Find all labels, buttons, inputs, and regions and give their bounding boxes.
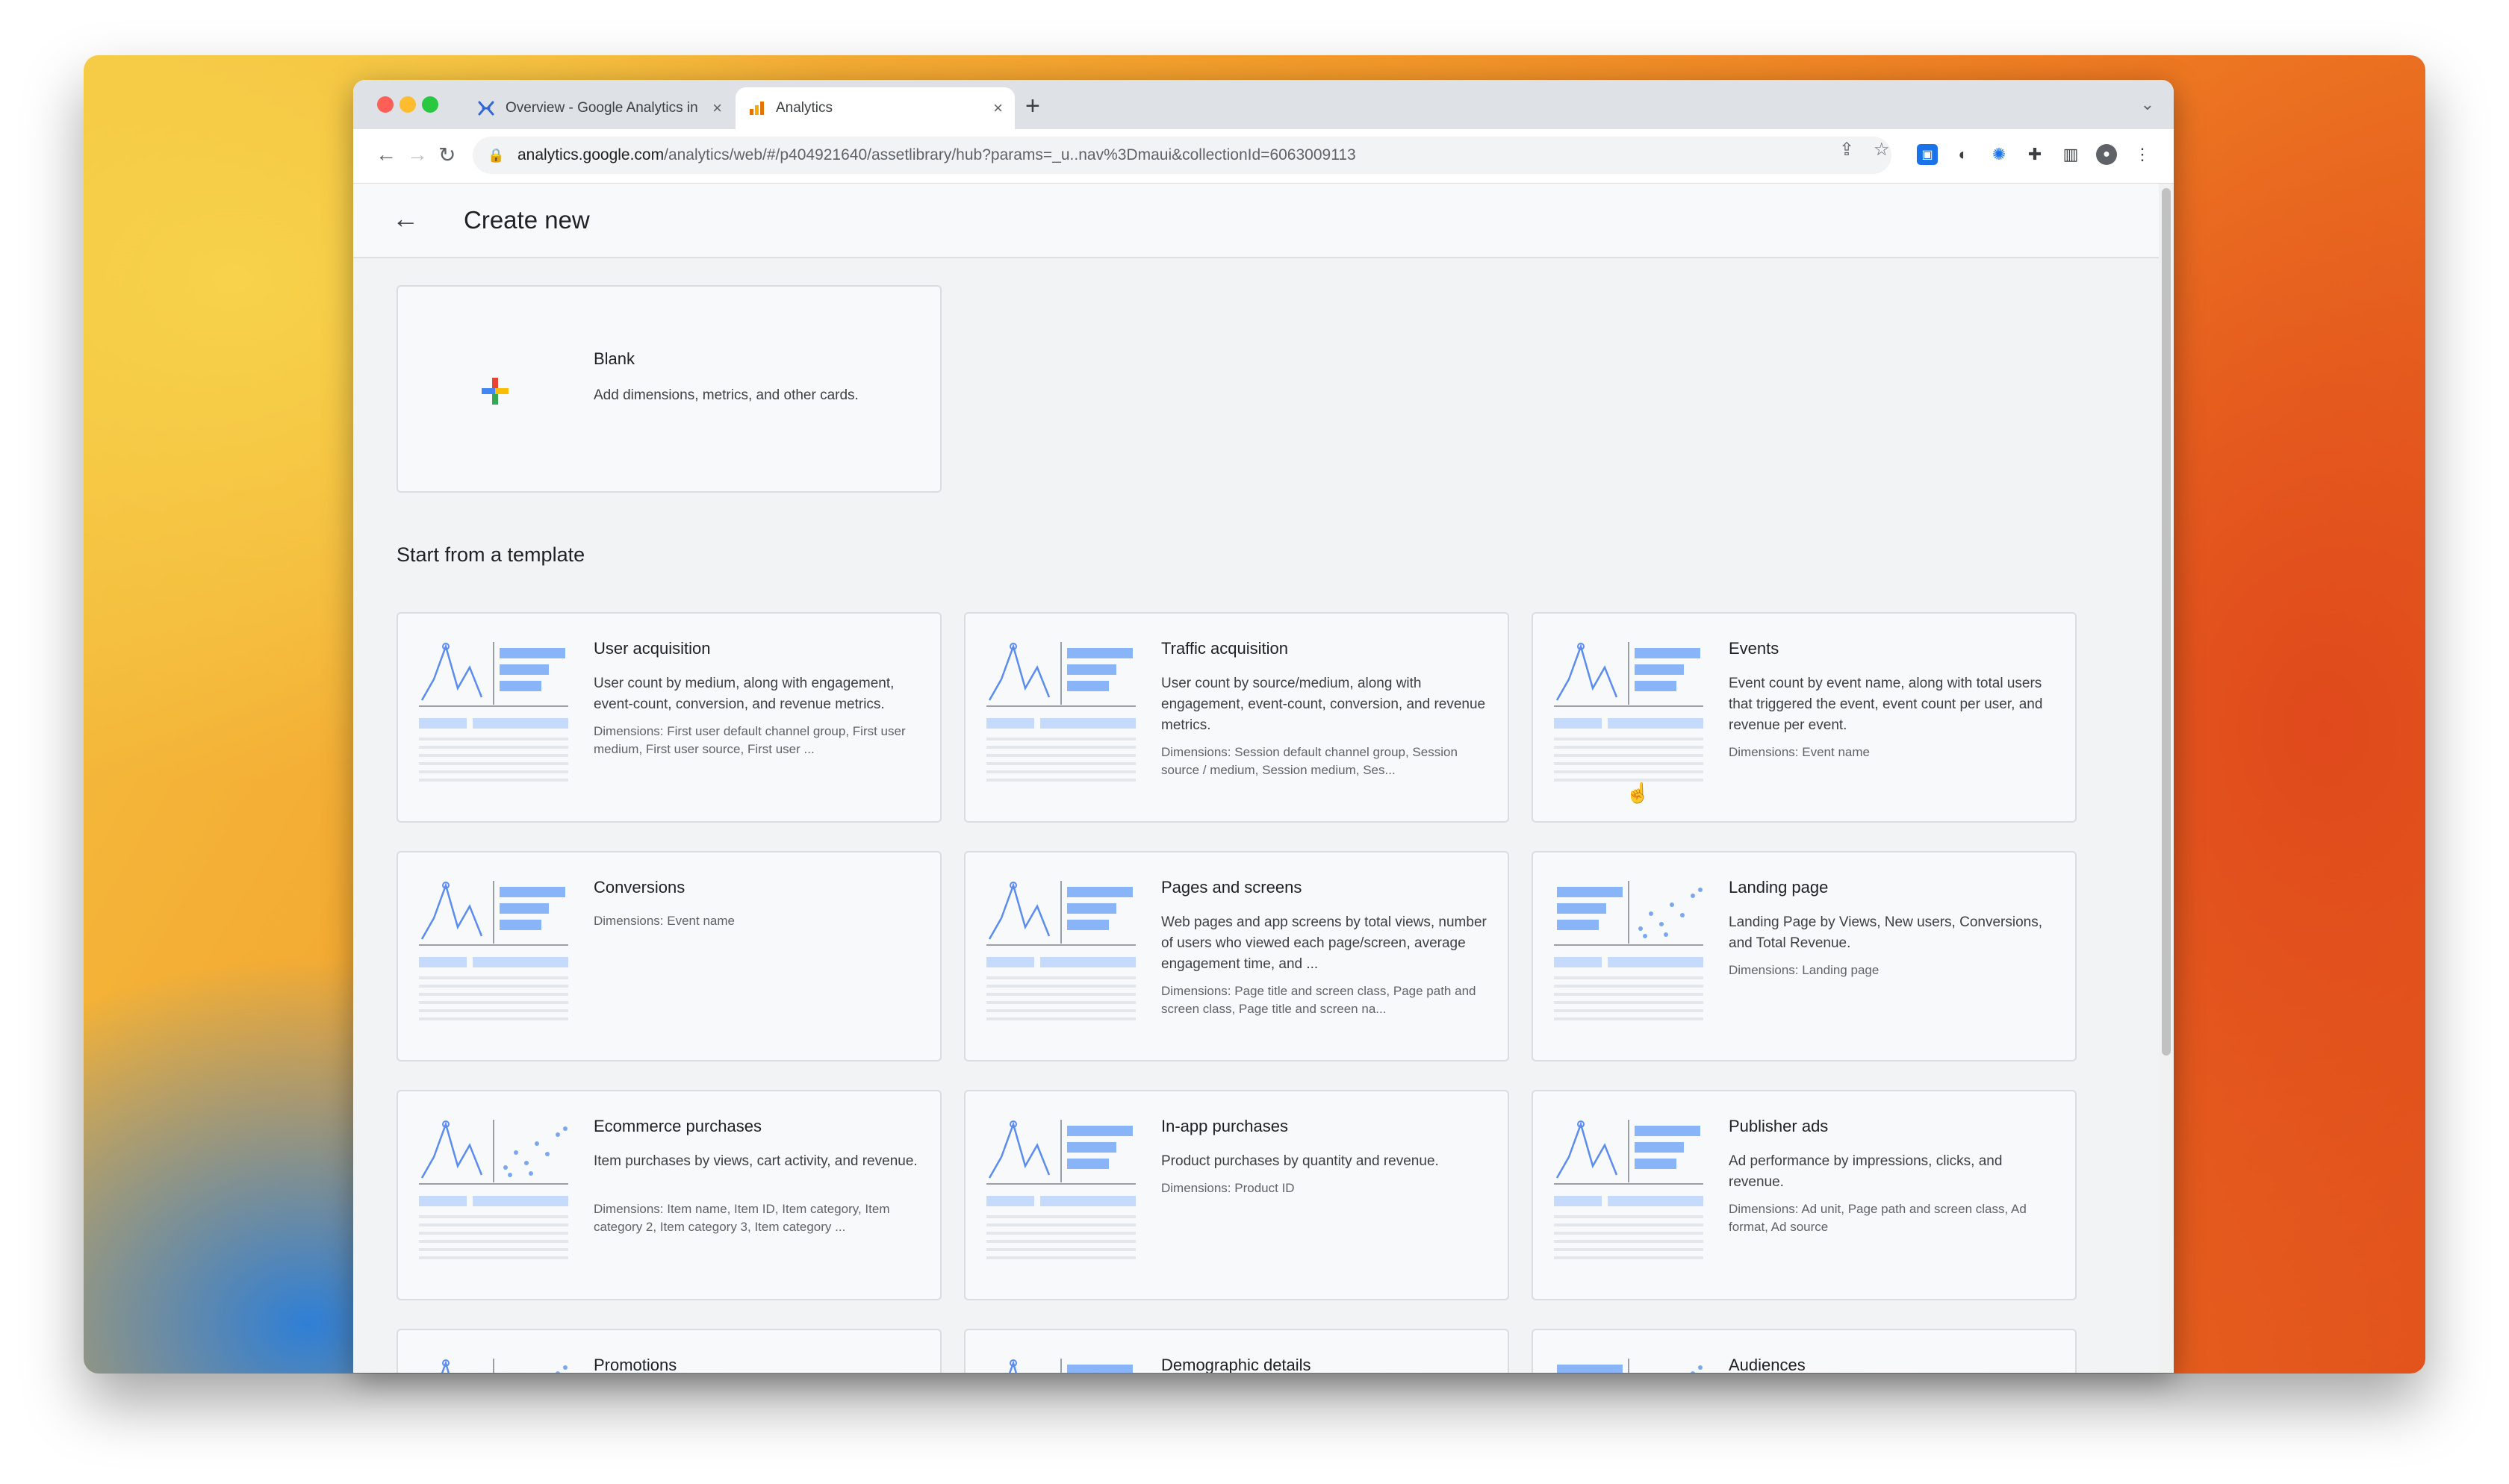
tab-search-chevron-icon[interactable]: ⌄ [2141,95,2154,114]
close-window-button[interactable] [377,96,394,113]
template-card[interactable]: User acquisition User count by medium, al… [397,612,942,823]
plus-icon [482,378,509,405]
template-title: In-app purchases [1161,1117,1288,1135]
back-arrow-icon[interactable]: ← [392,203,419,234]
extension-bookmark-icon[interactable]: ▣ [1917,144,1938,165]
address-bar[interactable]: 🔒 analytics.google.com/analytics/web/#/p… [473,137,1891,174]
browser-window: Overview - Google Analytics in × Analyti… [353,80,2174,1373]
blank-card-title: Blank [594,349,635,368]
blank-card[interactable]: Blank Add dimensions, metrics, and other… [397,285,942,493]
template-thumbnail-icon [1554,1120,1703,1269]
extensions-puzzle-icon[interactable]: ✚ [2024,144,2045,165]
template-card[interactable]: Traffic acquisition User count by source/… [964,612,1509,823]
hand-cursor-icon: ☝ [1626,782,1650,804]
template-title: User acquisition [594,639,711,658]
tab-bar: Overview - Google Analytics in × Analyti… [353,80,2174,129]
profile-avatar[interactable]: ● [2096,144,2117,165]
template-card[interactable]: Events Event count by event name, along w… [1532,612,2077,823]
template-card[interactable]: Audiences [1532,1329,2077,1373]
tab-overview[interactable]: Overview - Google Analytics in × [465,87,734,129]
template-title: Audiences [1729,1356,1806,1373]
page-content: ← Create new Blank Add dimensions, metri… [353,184,2174,1373]
template-title: Demographic details [1161,1356,1311,1373]
template-description: Item purchases by views, cart activity, … [594,1153,918,1169]
template-thumbnail-icon [1554,642,1703,791]
template-thumbnail-icon [419,1359,568,1373]
tab-title: Overview - Google Analytics in [506,100,698,116]
template-title: Publisher ads [1729,1117,1829,1135]
template-title: Conversions [594,878,685,897]
template-title: Pages and screens [1161,878,1302,897]
forward-nav-icon[interactable]: → [407,143,428,166]
url-host: analytics.google.com [517,146,665,163]
lock-icon: 🔒 [488,147,505,163]
template-thumbnail-icon [419,881,568,1030]
url-path: /analytics/web/#/p404921640/assetlibrary… [664,146,1356,163]
page-scrollbar[interactable] [2159,184,2174,1373]
template-thumbnail-icon [986,642,1136,791]
minimize-window-button[interactable] [399,96,416,113]
template-dimensions: Dimensions: Item name, Item ID, Item cat… [594,1202,890,1234]
template-dimensions: Dimensions: Ad unit, Page path and scree… [1729,1202,2027,1234]
dashboard-favicon-icon [477,99,495,117]
template-card[interactable]: Pages and screens Web pages and app scree… [964,851,1509,1061]
template-thumbnail-icon [1554,1359,1703,1373]
template-description: Landing Page by Views, New users, Conver… [1729,914,2042,951]
page-title: Create new [464,206,590,234]
template-title: Landing page [1729,878,1829,897]
bookmark-star-icon[interactable]: ☆ [1874,139,1890,160]
template-dimensions: Dimensions: Event name [594,914,735,928]
template-title: Events [1729,639,1779,658]
template-description: Web pages and app screens by total views… [1161,914,1487,972]
template-card[interactable]: In-app purchases Product purchases by qua… [964,1090,1509,1300]
template-dimensions: Dimensions: Event name [1729,745,1870,759]
new-tab-button[interactable]: + [1025,92,1040,121]
maximize-window-button[interactable] [422,96,438,113]
template-card[interactable]: Conversions Dimensions: Event name [397,851,942,1061]
template-dimensions: Dimensions: Landing page [1729,963,1880,977]
blank-card-description: Add dimensions, metrics, and other cards… [594,387,859,403]
template-title: Promotions [594,1356,677,1373]
template-thumbnail-icon [419,1120,568,1269]
extension-gear-icon[interactable]: ✺ [1989,144,2009,165]
template-thumbnail-icon [986,1359,1136,1373]
close-tab-icon[interactable]: × [993,99,1003,118]
template-title: Traffic acquisition [1161,639,1288,658]
extension-shield-icon[interactable]: ◐ [1953,144,1974,165]
template-card[interactable]: Ecommerce purchases Item purchases by vie… [397,1090,942,1300]
template-description: Product purchases by quantity and revenu… [1161,1153,1439,1169]
back-nav-icon[interactable]: ← [376,143,397,166]
page-header: ← Create new [353,184,2159,258]
template-card[interactable]: Demographic details [964,1329,1509,1373]
template-dimensions: Dimensions: Session default channel grou… [1161,745,1458,777]
template-thumbnail-icon [1554,881,1703,1030]
browser-toolbar: ← → ↻ 🔒 analytics.google.com/analytics/w… [353,129,2174,184]
template-description: User count by source/medium, along with … [1161,676,1486,733]
template-card[interactable]: Promotions [397,1329,942,1373]
analytics-favicon-icon [747,99,765,117]
template-thumbnail-icon [986,881,1136,1030]
template-dimensions: Dimensions: Product ID [1161,1181,1295,1195]
template-thumbnail-icon [419,642,568,791]
template-description: Event count by event name, along with to… [1729,676,2043,733]
template-thumbnail-icon [986,1120,1136,1269]
template-description: User count by medium, along with engagem… [594,676,895,712]
tab-analytics[interactable]: Analytics × [736,87,1015,129]
browser-menu-icon[interactable]: ⋮ [2132,144,2153,165]
reload-icon[interactable]: ↻ [438,143,456,167]
scrollbar-thumb[interactable] [2162,188,2171,1056]
template-description: Ad performance by impressions, clicks, a… [1729,1153,2003,1190]
template-dimensions: Dimensions: First user default channel g… [594,724,906,756]
template-card[interactable]: Publisher ads Ad performance by impressio… [1532,1090,2077,1300]
close-tab-icon[interactable]: × [712,99,722,118]
template-dimensions: Dimensions: Page title and screen class,… [1161,984,1476,1016]
share-icon[interactable]: ⇪ [1839,139,1854,160]
template-card[interactable]: Landing page Landing Page by Views, New u… [1532,851,2077,1061]
side-panel-icon[interactable]: ▥ [2060,144,2081,165]
template-title: Ecommerce purchases [594,1117,762,1135]
tab-title: Analytics [776,100,833,116]
section-title: Start from a template [397,543,585,566]
